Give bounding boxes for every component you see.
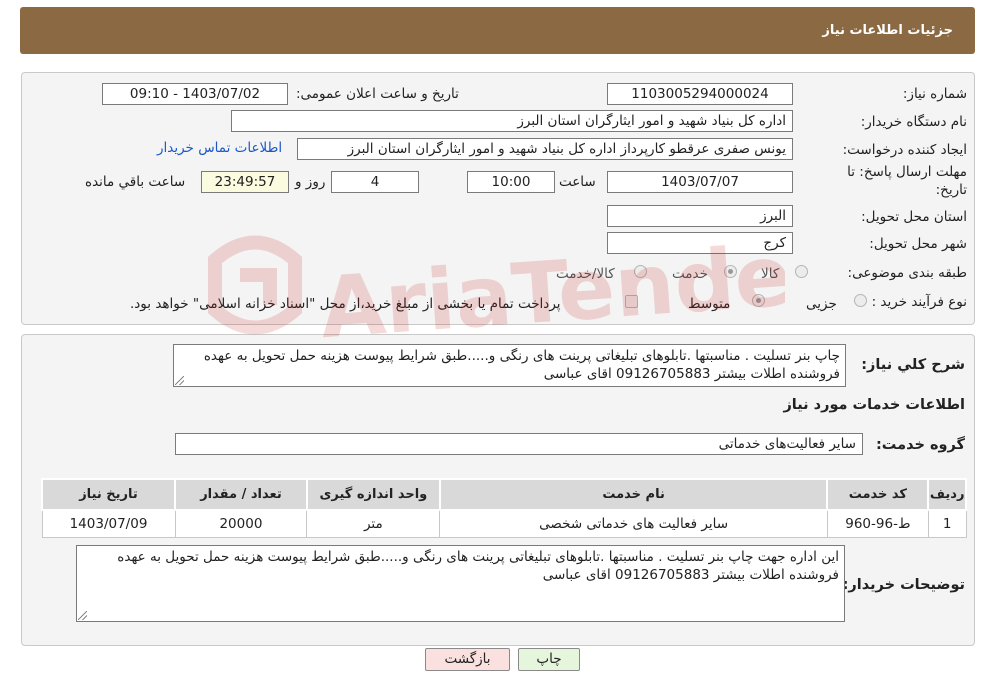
remaining-label: ساعت باقي مانده bbox=[85, 174, 186, 190]
deadline-label-date: تاریخ: bbox=[935, 182, 967, 198]
category-service-label: خدمت bbox=[672, 266, 708, 282]
deadline-time-label: ساعت bbox=[559, 174, 596, 190]
process-medium-radio[interactable] bbox=[752, 294, 765, 307]
col-unit: واحد اندازه گیری bbox=[305, 478, 441, 511]
cell-name: سایر فعالیت های خدماتی شخصی bbox=[439, 509, 828, 538]
days-field: 4 bbox=[331, 171, 419, 193]
category-label: طبقه بندی موضوعی: bbox=[847, 265, 967, 281]
cell-quantity: 20000 bbox=[174, 509, 308, 538]
summary-textarea[interactable]: چاپ بنر تسلیت . مناسبتها .تابلوهای تبلیغ… bbox=[173, 344, 846, 387]
cell-code: ط-96-960 bbox=[826, 509, 929, 538]
deadline-label: مهلت ارسال پاسخ: تا bbox=[847, 164, 967, 180]
deadline-date-field: 1403/07/07 bbox=[607, 171, 793, 193]
process-minor-radio[interactable] bbox=[854, 294, 867, 307]
category-goods-label: کالا bbox=[761, 266, 780, 282]
category-service-radio[interactable] bbox=[724, 265, 737, 278]
process-label: نوع فرآیند خرید : bbox=[871, 294, 967, 310]
page-title: جزئیات اطلاعات نیاز bbox=[822, 23, 953, 38]
city-field: کرج bbox=[607, 232, 793, 254]
announce-label: تاریخ و ساعت اعلان عمومی: bbox=[296, 86, 459, 102]
buyer-notes-textarea[interactable]: این اداره جهت چاپ بنر تسلیت . مناسبتها .… bbox=[76, 545, 845, 622]
category-goods-service-radio[interactable] bbox=[634, 265, 647, 278]
buyer-org-label: نام دستگاه خریدار: bbox=[860, 114, 967, 130]
print-button[interactable]: چاپ bbox=[518, 648, 580, 671]
service-group-field: سایر فعالیت‌های خدماتی bbox=[175, 433, 863, 455]
buyer-org-field: اداره کل بنیاد شهید و امور ایثارگران است… bbox=[231, 110, 793, 132]
col-quantity: تعداد / مقدار bbox=[174, 478, 308, 511]
province-field: البرز bbox=[607, 205, 793, 227]
services-title: اطلاعات خدمات مورد نیاز bbox=[783, 397, 965, 413]
page-header: جزئیات اطلاعات نیاز bbox=[20, 7, 975, 54]
col-row: ردیف bbox=[927, 478, 967, 511]
table-row: 1 ط-96-960 سایر فعالیت های خدماتی شخصی م… bbox=[41, 509, 967, 538]
treasury-payment-checkbox[interactable] bbox=[625, 295, 638, 308]
services-table-header: ردیف کد خدمت نام خدمت واحد اندازه گیری ت… bbox=[41, 478, 967, 511]
buyer-notes-resize-handle[interactable] bbox=[78, 611, 87, 620]
process-minor-label: جزیی bbox=[806, 296, 837, 312]
cell-row: 1 bbox=[927, 509, 967, 538]
announce-field: 1403/07/02 - 09:10 bbox=[102, 83, 288, 105]
back-button[interactable]: بازگشت bbox=[425, 648, 510, 671]
col-code: کد خدمت bbox=[826, 478, 930, 511]
summary-resize-handle[interactable] bbox=[175, 376, 184, 385]
province-label: استان محل تحویل: bbox=[861, 209, 967, 225]
city-label: شهر محل تحویل: bbox=[869, 236, 967, 252]
creator-label: ایجاد کننده درخواست: bbox=[842, 142, 967, 158]
col-date: تاریخ نیاز bbox=[41, 478, 176, 511]
cell-unit: متر bbox=[306, 509, 441, 538]
creator-field: یونس صفری عرقطو کارپرداز اداره کل بنیاد … bbox=[297, 138, 793, 160]
category-goods-service-label: کالا/خدمت bbox=[556, 266, 615, 282]
buyer-notes-label: توضیحات خریدار: bbox=[842, 577, 965, 593]
service-group-label: گروه خدمت: bbox=[875, 437, 965, 453]
process-medium-label: متوسط bbox=[688, 296, 731, 312]
cell-date: 1403/07/09 bbox=[41, 509, 176, 538]
remaining-time-field: 23:49:57 bbox=[201, 171, 289, 193]
col-name: نام خدمت bbox=[438, 478, 829, 511]
category-goods-radio[interactable] bbox=[795, 265, 808, 278]
summary-label: شرح کلي نياز: bbox=[861, 357, 965, 373]
buyer-contact-link[interactable]: اطلاعات تماس خریدار bbox=[157, 140, 282, 156]
treasury-payment-note: پرداخت تمام یا بخشی از مبلغ خرید،از محل … bbox=[130, 296, 561, 312]
need-number-label: شماره نیاز: bbox=[902, 86, 967, 102]
need-number-field: 1103005294000024 bbox=[607, 83, 793, 105]
deadline-time-field: 10:00 bbox=[467, 171, 555, 193]
days-label: روز و bbox=[295, 174, 326, 190]
services-table: ردیف کد خدمت نام خدمت واحد اندازه گیری ت… bbox=[41, 478, 967, 538]
